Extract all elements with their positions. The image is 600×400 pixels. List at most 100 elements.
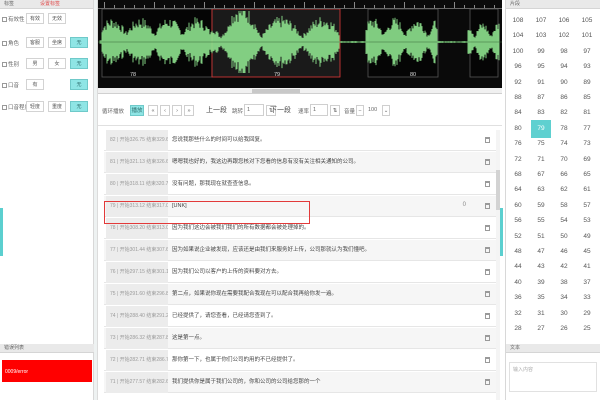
trash-icon[interactable] [485, 247, 490, 253]
segment-row[interactable]: 76 | 开始297.15 结束301.13 因为我们公司以客户的上传的资料要对方… [104, 262, 496, 283]
tag-option-button[interactable]: 无 [70, 79, 88, 90]
tag-panel: 标签 设置标签 有效性 有效 无效 角色 客服 坐席无性别男女无口音有无口音程度 轻度 重度无… [0, 0, 94, 400]
tag-row-label[interactable]: 口音 [2, 81, 19, 89]
tag-option-button[interactable]: 无 [70, 37, 88, 48]
ruler-tick [234, 5, 235, 8]
waveform-scrollbar[interactable] [98, 88, 502, 94]
speed-stepper[interactable]: ⇅ [330, 105, 340, 116]
waveform-canvas[interactable] [98, 9, 502, 79]
tag-checkbox[interactable] [2, 83, 7, 88]
tag-option-button[interactable]: 无效 [48, 13, 66, 24]
segment-number[interactable]: 25 [577, 320, 597, 338]
list-left-handle[interactable] [0, 208, 3, 256]
time-ruler [98, 0, 502, 9]
tag-row-label[interactable]: 性别 [2, 60, 19, 68]
prev-segment-button[interactable]: 上一段 [206, 105, 227, 115]
tag-row-label-text: 角色 [8, 41, 20, 47]
trash-icon[interactable] [485, 159, 490, 165]
set-tag-link[interactable]: 设置标签 [40, 0, 60, 9]
segment-text[interactable]: 我们提供你是属于我们公司的，你和公司的公司给您那的一个 [172, 372, 321, 393]
prev-icon[interactable]: ‹ [160, 105, 170, 116]
tag-option-button[interactable]: 重度 [48, 101, 66, 112]
ruler-tick [324, 5, 325, 8]
list-right-handle[interactable] [500, 208, 503, 256]
segment-row[interactable]: 71 | 开始277.57 结束282.67 我们提供你是属于我们公司的，你和公司… [104, 372, 496, 393]
segment-row[interactable]: 81 | 开始321.13 结束326.67 嗯嗯我也好的，我这边再跟您核对下您看… [104, 152, 496, 173]
segment-marker: 0 [462, 202, 466, 208]
tag-option-button[interactable]: 客服 [26, 37, 44, 48]
ruler-tick [314, 5, 315, 8]
segment-row[interactable]: 74 | 开始288.40 结束291.29 已经提供了，请您查看，已经请您查到了… [104, 306, 496, 327]
trash-icon[interactable] [485, 379, 490, 385]
segment-number[interactable]: 28 [508, 320, 528, 338]
tag-checkbox[interactable] [2, 41, 7, 46]
segment-list-scrollbar[interactable] [496, 130, 500, 400]
segment-text[interactable]: 第二点，如果说你现在需要我配合我现在可以配合我再给你发一遍。 [172, 284, 337, 305]
segment-text[interactable]: 您说我那些什么的时间可以给我回复。 [172, 130, 266, 151]
volume-down-chevron-icon[interactable]: ⌄ [382, 105, 390, 116]
tag-option-button[interactable]: 女 [48, 58, 66, 69]
segment-number[interactable]: 27 [531, 320, 551, 338]
segment-row[interactable]: 77 | 开始301.44 结束307.66 因为如果说企业被发现，应该还是由我们… [104, 240, 496, 261]
play-button[interactable]: 播放 [130, 105, 144, 116]
text-panel-header: 文本 [506, 344, 600, 353]
jump-input[interactable]: 1 [244, 104, 264, 116]
segment-time: 77 | 开始301.44 结束307.66 [106, 240, 168, 261]
segment-row[interactable]: 72 | 开始282.71 结束286.70 那你第一下，也属于你们公司的用的不已… [104, 350, 496, 371]
segment-text[interactable]: 因为我们公司以客户的上传的资料要对方去。 [172, 262, 282, 283]
tag-option-button[interactable]: 轻度 [26, 101, 44, 112]
trash-icon[interactable] [485, 203, 490, 209]
segment-time: 80 | 开始318.11 结束320.72 [106, 174, 168, 195]
error-item[interactable]: 0009/error [2, 360, 92, 382]
volume-down-icon[interactable]: − [356, 105, 364, 116]
ruler-tick [484, 5, 485, 8]
segment-text[interactable]: 因为如果说企业被发现，应该还是由我们来服务好上传，公司那就认为我们懂吧。 [172, 240, 370, 261]
tag-option-button[interactable]: 有 [26, 79, 44, 90]
waveform-scroll-thumb[interactable] [251, 89, 300, 93]
segment-text[interactable]: 这是第一点。 [172, 328, 205, 349]
loop-play-label[interactable]: 循环播放 [102, 107, 124, 115]
trash-icon[interactable] [485, 313, 490, 319]
trash-icon[interactable] [485, 225, 490, 231]
segment-row[interactable]: 80 | 开始318.11 结束320.72 没有问题，那我现在就查查信息。 [104, 174, 496, 195]
segment-text[interactable]: 没有问题，那我现在就查查信息。 [172, 174, 255, 195]
speed-label: 速率 [298, 109, 310, 115]
next-icon[interactable]: › [172, 105, 182, 116]
trash-icon[interactable] [485, 137, 490, 143]
tag-option-button[interactable]: 坐席 [48, 37, 66, 48]
speed-input[interactable]: 1 [310, 104, 328, 116]
ruler-tick [474, 5, 475, 8]
ruler-tick [424, 5, 425, 8]
rewind-icon[interactable]: « [148, 105, 158, 116]
next-segment-button[interactable]: 下一段 [270, 105, 291, 115]
trash-icon[interactable] [485, 291, 490, 297]
ruler-tick [304, 2, 305, 8]
tag-option-button[interactable]: 无 [70, 58, 88, 69]
segment-list-scroll-thumb[interactable] [496, 170, 500, 210]
forward-icon[interactable]: » [184, 105, 194, 116]
segment-number[interactable]: 26 [554, 320, 574, 338]
trash-icon[interactable] [485, 357, 490, 363]
trash-icon[interactable] [485, 335, 490, 341]
tag-checkbox[interactable] [2, 62, 7, 67]
note-textarea[interactable]: 输入内容 [509, 362, 597, 392]
tag-option-button[interactable]: 无 [70, 101, 88, 112]
segment-text[interactable]: 已经提供了，请您查看，已经请您查到了。 [172, 306, 277, 327]
tag-row-label[interactable]: 角色 [2, 39, 19, 47]
tag-option-button[interactable]: 有效 [26, 13, 44, 24]
segment-row[interactable]: 75 | 开始291.60 结束296.83 第二点，如果说你现在需要我配合我现在… [104, 284, 496, 305]
tag-panel-title: 标签 [4, 1, 15, 7]
segment-text[interactable]: 那你第一下，也属于你们公司的用的不已经提供了。 [172, 350, 299, 371]
ruler-tick [454, 2, 455, 8]
tag-row-label[interactable]: 有效性 [2, 15, 25, 23]
segment-row[interactable]: 73 | 开始286.32 结束287.89 这是第一点。 [104, 328, 496, 349]
tag-row: 有效性 有效 无效 [0, 12, 94, 25]
segment-row[interactable]: 82 | 开始326.75 结束329.66 您说我那些什么的时间可以给我回复。 [104, 130, 496, 151]
segment-text[interactable]: 嗯嗯我也好的，我这边再跟您核对下您看的信息有没有关注相关通知的公司。 [172, 152, 359, 173]
trash-icon[interactable] [485, 181, 490, 187]
tag-option-button[interactable]: 男 [26, 58, 44, 69]
waveform-panel[interactable]: 78 79 80 [98, 0, 502, 88]
trash-icon[interactable] [485, 269, 490, 275]
tag-checkbox[interactable] [2, 17, 7, 22]
tag-checkbox[interactable] [2, 105, 7, 110]
